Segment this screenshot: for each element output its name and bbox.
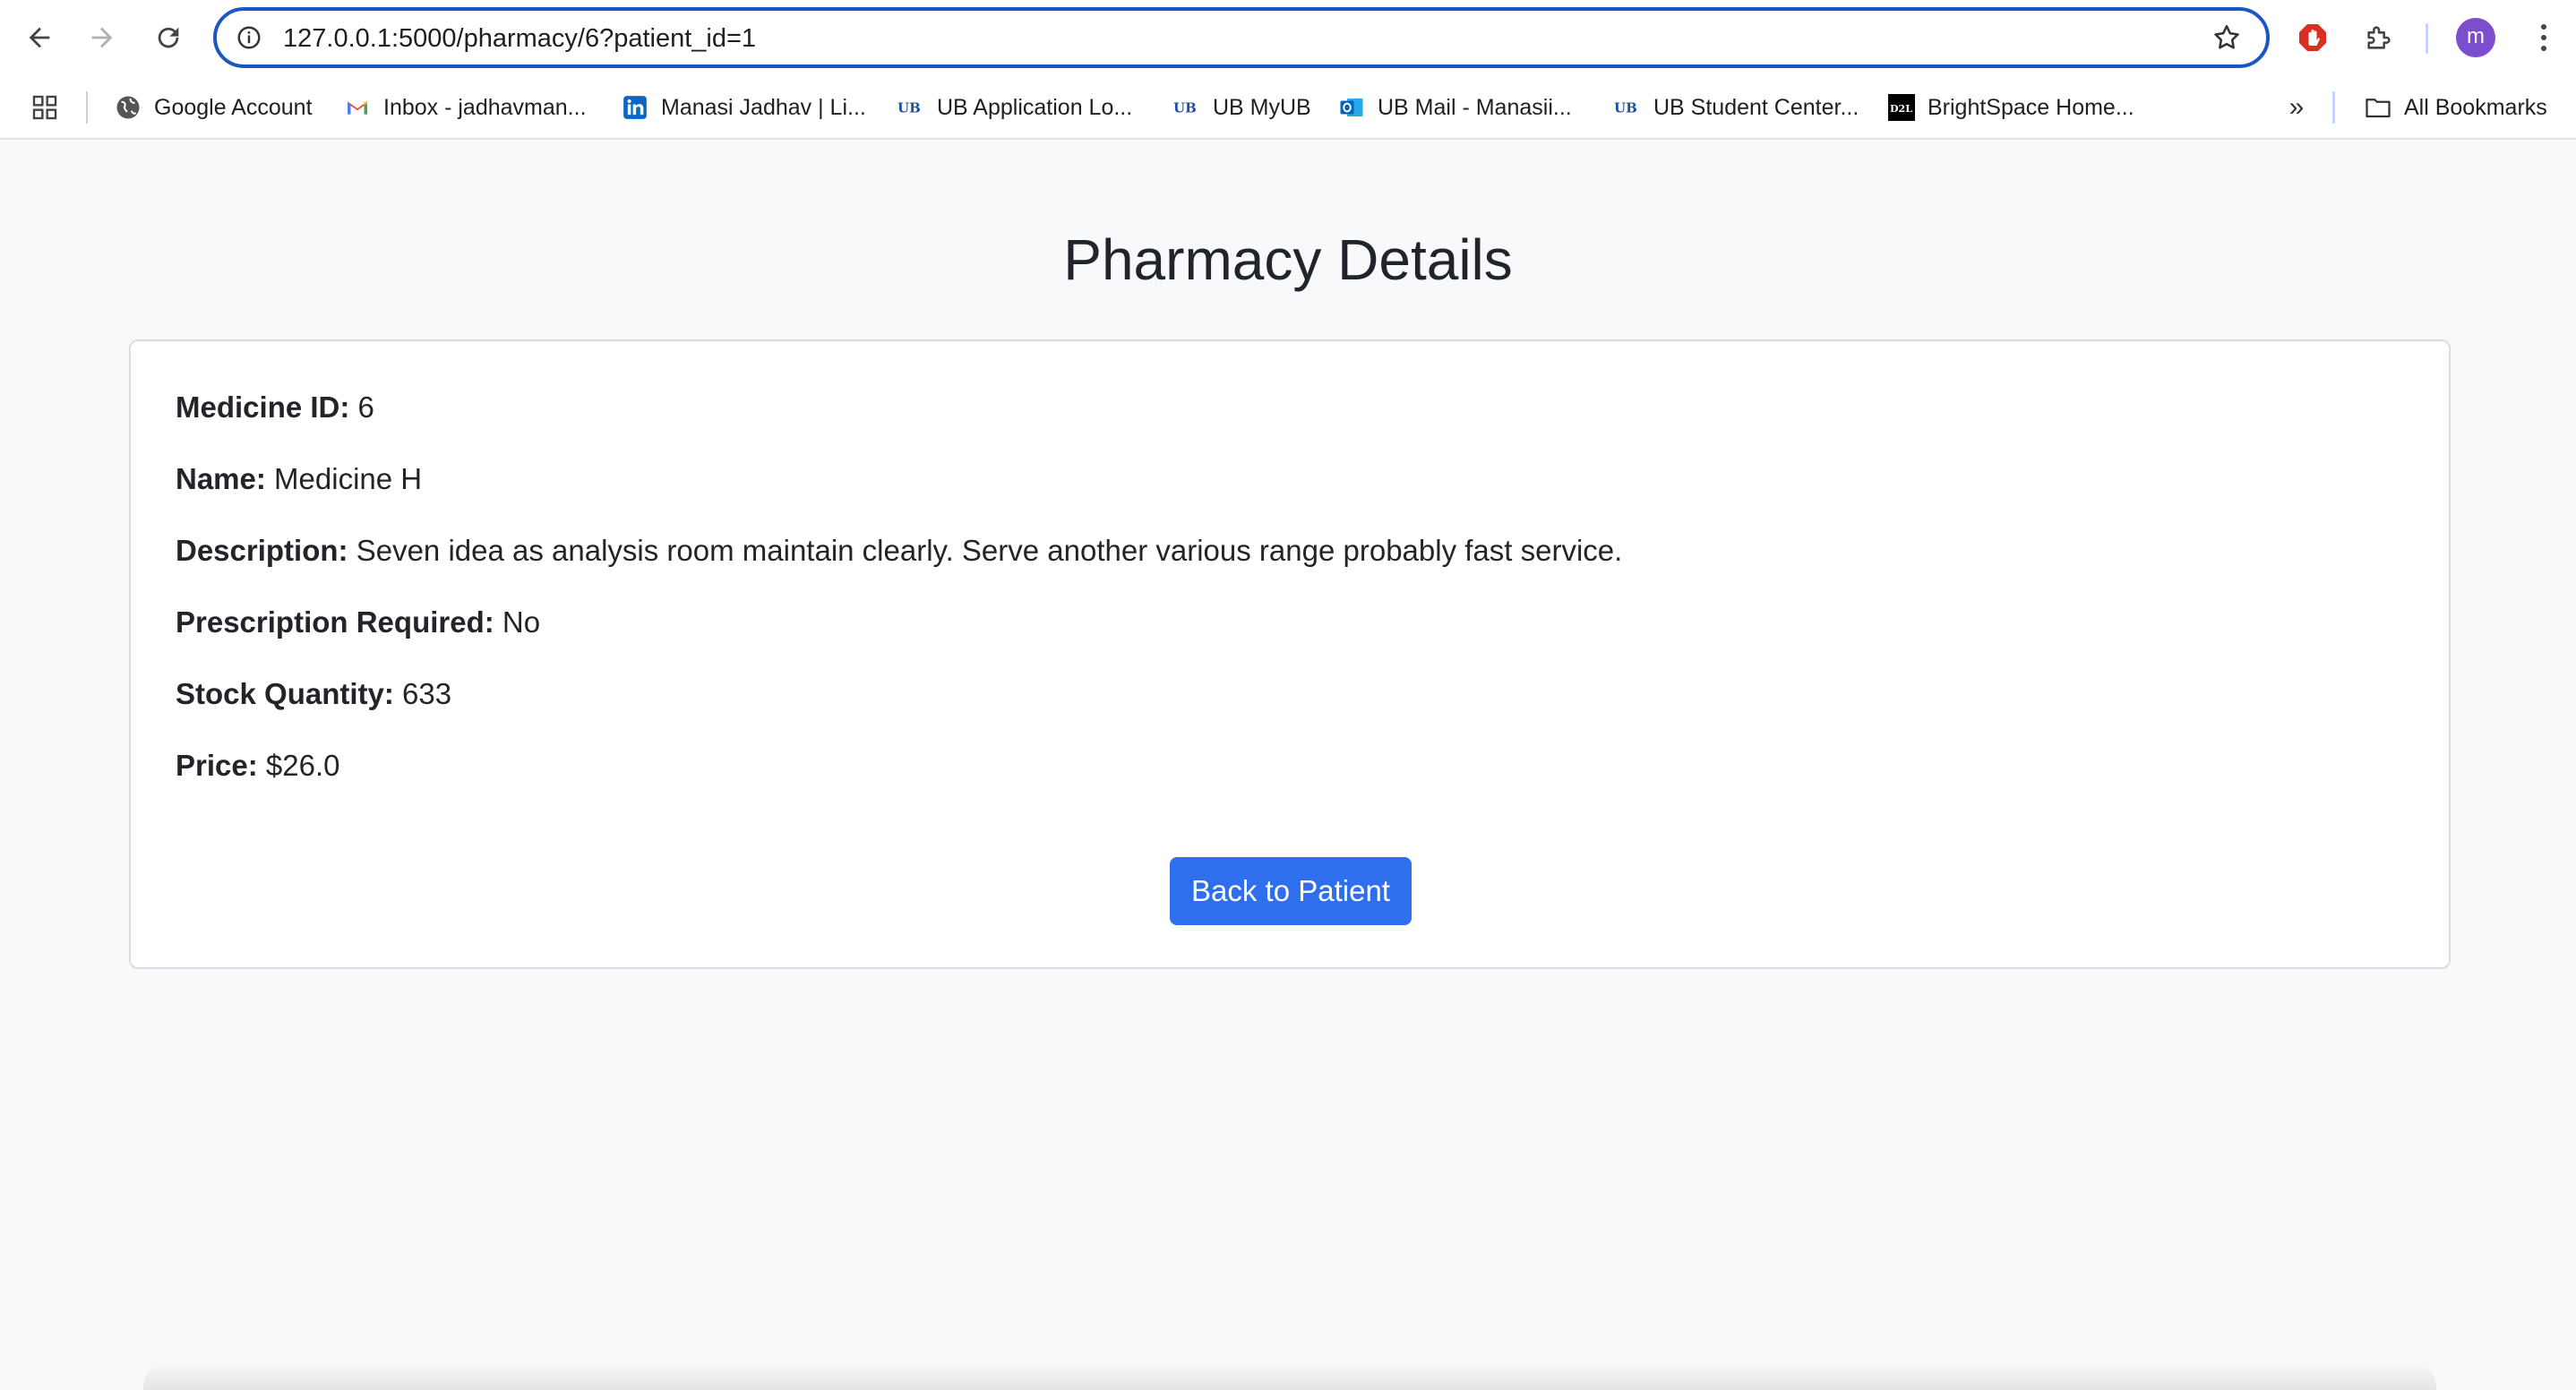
field-prescription-required: Prescription Required: No [176, 603, 540, 642]
field-label: Description: [176, 534, 356, 567]
field-medicine-id: Medicine ID: 6 [176, 388, 374, 427]
ub-icon: UB [1173, 94, 1200, 121]
field-label: Prescription Required: [176, 605, 502, 639]
bookmark-ub-myub[interactable]: UB UB MyUB [1173, 88, 1311, 127]
field-stock-quantity: Stock Quantity: 633 [176, 674, 451, 714]
bookmark-label: UB Mail - Manasii... [1378, 94, 1572, 120]
svg-text:UB: UB [1173, 100, 1197, 116]
bookmarks-divider [86, 91, 88, 124]
outlook-icon [1338, 94, 1365, 121]
bookmarks-bar: Google Account Inbox - jadhavman... Mana… [0, 75, 2576, 140]
svg-text:D2L: D2L [1890, 103, 1912, 115]
bookmark-gmail-inbox[interactable]: Inbox - jadhavman... [344, 88, 587, 127]
bookmark-brightspace[interactable]: D2L BrightSpace Home... [1888, 88, 2134, 127]
linkedin-icon [622, 94, 648, 121]
field-value: $26.0 [265, 749, 340, 782]
gmail-icon [344, 94, 371, 121]
field-description: Description: Seven idea as analysis room… [176, 531, 1622, 571]
field-label: Name: [176, 462, 275, 495]
field-value: 633 [402, 677, 452, 710]
bookmark-label: UB Application Lo... [937, 94, 1133, 120]
svg-text:UB: UB [897, 100, 921, 116]
url-text[interactable]: 127.0.0.1:5000/pharmacy/6?patient_id=1 [283, 22, 756, 55]
d2l-icon: D2L [1888, 94, 1915, 121]
forward-arrow-icon[interactable] [81, 16, 124, 59]
extensions-puzzle-icon[interactable] [2359, 18, 2399, 57]
address-bar[interactable]: 127.0.0.1:5000/pharmacy/6?patient_id=1 [213, 7, 2270, 68]
folder-icon [2365, 94, 2391, 121]
svg-text:UB: UB [1614, 100, 1637, 116]
ub-icon: UB [1614, 94, 1641, 121]
bookmark-label: UB MyUB [1213, 94, 1311, 120]
all-bookmarks-button[interactable]: All Bookmarks [2365, 88, 2547, 127]
url-path: :5000/pharmacy/6?patient_id=1 [391, 24, 757, 53]
url-host: 127.0.0.1 [283, 24, 391, 53]
all-bookmarks-label: All Bookmarks [2404, 94, 2547, 120]
field-name: Name: Medicine H [176, 459, 422, 499]
bookmark-google-account[interactable]: Google Account [115, 88, 313, 127]
bookmarks-overflow-chevron-icon[interactable]: » [2280, 91, 2313, 124]
bookmark-ub-student-center[interactable]: UB UB Student Center... [1614, 88, 1859, 127]
pharmacy-details-card: Medicine ID: 6 Name: Medicine H Descript… [129, 339, 2451, 969]
page-title: Pharmacy Details [1063, 227, 1513, 292]
back-arrow-icon[interactable] [18, 16, 61, 59]
adblock-extension-icon[interactable] [2293, 18, 2332, 57]
back-to-patient-button[interactable]: Back to Patient [1170, 857, 1412, 925]
bookmark-label: Inbox - jadhavman... [383, 94, 587, 120]
field-value: No [502, 605, 541, 639]
browser-menu-icon[interactable] [2526, 16, 2562, 59]
bookmark-linkedin[interactable]: Manasi Jadhav | Li... [622, 88, 866, 127]
bookmark-label: BrightSpace Home... [1928, 94, 2134, 120]
ub-icon: UB [897, 94, 924, 121]
field-label: Price: [176, 749, 266, 782]
bookmark-label: Manasi Jadhav | Li... [661, 94, 866, 120]
field-label: Medicine ID: [176, 390, 358, 424]
toolbar-divider [2426, 23, 2428, 54]
browser-toolbar: 127.0.0.1:5000/pharmacy/6?patient_id=1 m [0, 0, 2576, 75]
bookmark-label: UB Student Center... [1653, 94, 1859, 120]
apps-grid-icon[interactable] [27, 90, 63, 125]
bookmark-label: Google Account [154, 94, 313, 120]
reload-icon[interactable] [147, 16, 190, 59]
window-bottom-shadow [143, 1361, 2436, 1390]
bookmark-star-icon[interactable] [2209, 20, 2245, 56]
field-value: Seven idea as analysis room maintain cle… [356, 534, 1623, 567]
bookmarks-divider [2332, 91, 2335, 124]
bookmark-ub-application[interactable]: UB UB Application Lo... [897, 88, 1132, 127]
field-value: 6 [357, 390, 374, 424]
site-info-icon[interactable] [233, 21, 265, 54]
globe-icon [115, 94, 142, 121]
profile-avatar[interactable]: m [2456, 18, 2495, 57]
field-value: Medicine H [274, 462, 423, 495]
field-price: Price: $26.0 [176, 746, 339, 785]
bookmark-ub-mail[interactable]: UB Mail - Manasii... [1338, 88, 1572, 127]
field-label: Stock Quantity: [176, 677, 403, 710]
